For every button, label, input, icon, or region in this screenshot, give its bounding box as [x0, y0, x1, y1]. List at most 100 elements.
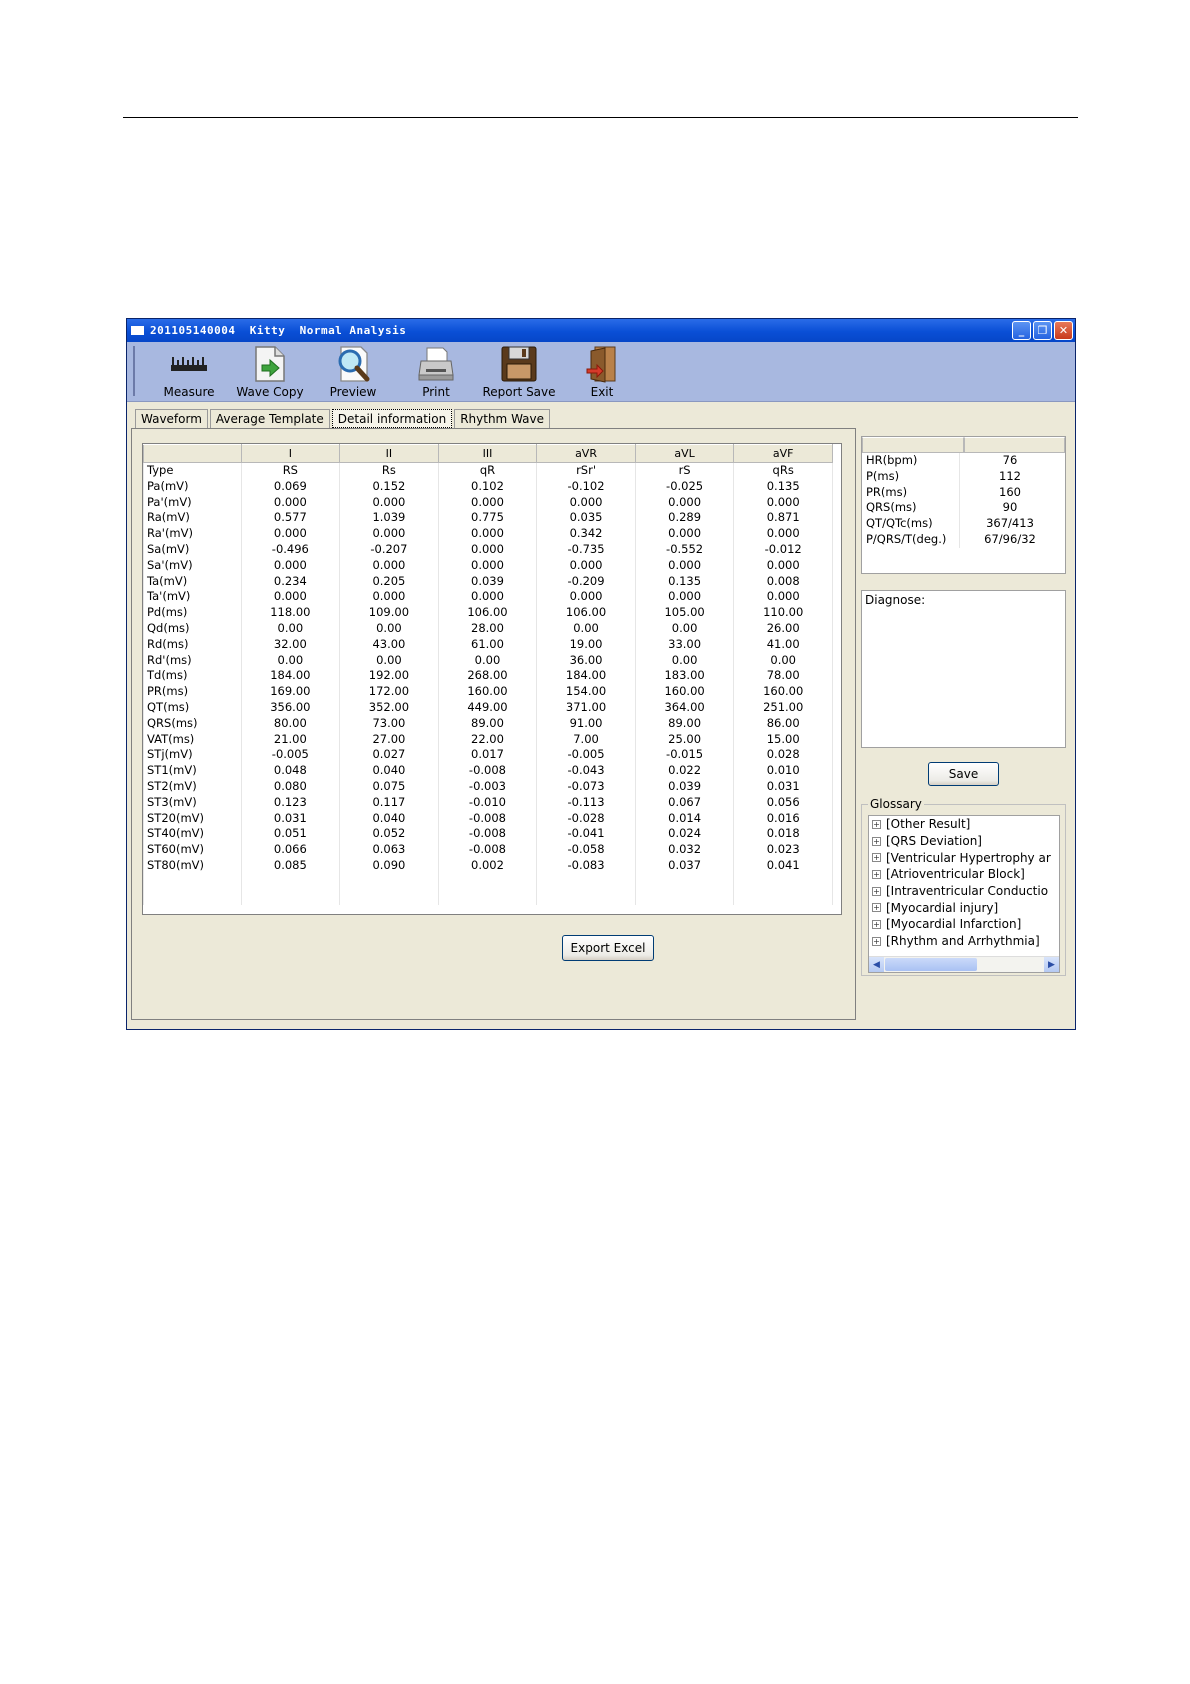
measurement-grid[interactable]: I II III aVR aVL aVF Type RS Rs qR rSr' rS qRs… [142, 443, 842, 915]
table-header-row: I II III aVR aVL aVF [143, 444, 833, 463]
glossary-item[interactable]: + [Atrioventricular Block] [869, 866, 1059, 883]
table-row[interactable]: Ra'(mV) 0.000 0.000 0.000 0.342 0.000 0.000 [143, 526, 833, 542]
table-row[interactable]: ST60(mV) 0.066 0.063 -0.008 -0.058 0.032 0.023 [143, 842, 833, 858]
column-header[interactable]: aVL [634, 444, 735, 463]
wave-copy-label: Wave Copy [236, 385, 304, 399]
table-cell: -0.209 [536, 573, 636, 590]
table-row[interactable]: Ta(mV) 0.234 0.205 0.039 -0.209 0.135 0.008 [143, 573, 833, 590]
table-row[interactable]: Rd(ms) 32.00 43.00 61.00 19.00 33.00 41.00 [143, 636, 833, 653]
detail-panel: I II III aVR aVL aVF Type RS Rs qR rSr' rS qRs… [131, 428, 856, 1020]
expand-plus-icon[interactable]: + [872, 819, 881, 829]
scroll-right-icon[interactable]: ▶ [1044, 957, 1059, 972]
expand-plus-icon[interactable]: + [872, 919, 881, 929]
table-cell: 449.00 [437, 699, 538, 716]
table-row[interactable]: ST20(mV) 0.031 0.040 -0.008 -0.028 0.014 0.016 [143, 810, 833, 827]
summary-table[interactable]: HR(bpm) 76 P(ms) 112 PR(ms) 160 QRS(ms) 90 QT/QT… [861, 436, 1066, 574]
preview-button[interactable]: Preview [310, 344, 396, 399]
table-cell: 0.040 [339, 810, 439, 827]
table-cell: 0.000 [733, 557, 833, 574]
table-row[interactable]: ST2(mV) 0.080 0.075 -0.003 -0.073 0.039 0.031 [143, 778, 833, 795]
diagnose-box[interactable]: Diagnose: [861, 590, 1066, 748]
table-row[interactable]: Pd(ms) 118.00 109.00 106.00 106.00 105.00 110.… [143, 605, 833, 621]
glossary-tree[interactable]: + [Other Result] + [QRS Deviation] + [Ventric… [868, 815, 1060, 973]
toolbar-grip[interactable] [133, 346, 138, 396]
column-header[interactable]: III [437, 444, 538, 463]
table-row[interactable]: ST1(mV) 0.048 0.040 -0.008 -0.043 0.022 0.010 [143, 763, 833, 779]
exit-button[interactable]: Exit [559, 344, 645, 399]
glossary-item[interactable]: + [QRS Deviation] [869, 833, 1059, 850]
expand-plus-icon[interactable]: + [872, 869, 881, 879]
table-row[interactable]: ST80(mV) 0.085 0.090 0.002 -0.083 0.037 0.041 [143, 857, 833, 874]
table-row[interactable]: ST3(mV) 0.123 0.117 -0.010 -0.113 0.067 0.056 [143, 794, 833, 811]
save-button[interactable]: Save [928, 762, 999, 786]
measure-button[interactable]: Measure [146, 344, 232, 399]
summary-value: 67/96/32 [984, 531, 1036, 546]
tab-average-template[interactable]: Average Template [209, 409, 330, 428]
table-cell: 0.000 [733, 526, 833, 542]
restore-button[interactable]: ❐ [1033, 321, 1052, 340]
table-row[interactable]: QT(ms) 356.00 352.00 449.00 371.00 364.00 251.… [143, 699, 833, 716]
scrollbar-thumb[interactable] [885, 958, 977, 971]
table-row[interactable]: Sa'(mV) 0.000 0.000 0.000 0.000 0.000 0.000 [143, 557, 833, 574]
scroll-left-icon[interactable]: ◀ [869, 957, 884, 972]
column-header[interactable]: aVF [733, 444, 833, 463]
expand-plus-icon[interactable]: + [872, 836, 881, 846]
expand-plus-icon[interactable]: + [872, 936, 881, 946]
glossary-item-label: [Other Result] [886, 817, 971, 832]
table-cell: 0.017 [437, 747, 538, 764]
table-row[interactable]: STj(mV) -0.005 0.027 0.017 -0.005 -0.015 0.028 [143, 747, 833, 764]
expand-plus-icon[interactable]: + [872, 853, 881, 863]
wave-copy-button[interactable]: Wave Copy [227, 344, 313, 399]
glossary-item[interactable]: + [Rhythm and Arrhythmia] [869, 933, 1059, 950]
tab-waveform[interactable]: Waveform [135, 409, 208, 428]
table-cell: 0.102 [437, 478, 538, 495]
print-button[interactable]: Print [393, 344, 479, 399]
table-row[interactable]: Ra(mV) 0.577 1.039 0.775 0.035 0.289 0.871 [143, 510, 833, 527]
table-row[interactable]: QRS(ms) 80.00 73.00 89.00 91.00 89.00 86.00 [143, 715, 833, 732]
empty-cell [339, 889, 439, 906]
tab-rhythm-wave[interactable]: Rhythm Wave [454, 409, 550, 428]
table-cell: 73.00 [339, 715, 439, 732]
glossary-item[interactable]: + [Ventricular Hypertrophy ar [869, 849, 1059, 866]
title-bar[interactable]: 201105140004 Kitty Normal Analysis _ ❐ ✕ [127, 319, 1075, 342]
diagnose-label: Diagnose: [865, 593, 926, 607]
table-cell: -0.058 [536, 842, 636, 858]
row-label: ST60(mV) [143, 842, 242, 858]
table-row[interactable]: Pa(mV) 0.069 0.152 0.102 -0.102 -0.025 0.135 [143, 478, 833, 495]
table-row[interactable]: Sa(mV) -0.496 -0.207 0.000 -0.735 -0.552 -0.01… [143, 541, 833, 558]
glossary-horizontal-scrollbar[interactable]: ◀ ▶ [869, 956, 1059, 972]
report-save-button[interactable]: Report Save [476, 344, 562, 399]
row-label: ST2(mV) [143, 778, 242, 795]
table-row[interactable]: Pa'(mV) 0.000 0.000 0.000 0.000 0.000 0.000 [143, 494, 833, 511]
table-row[interactable]: Ta'(mV) 0.000 0.000 0.000 0.000 0.000 0.000 [143, 589, 833, 606]
table-cell: 0.016 [733, 810, 833, 827]
table-cell: 0.152 [339, 478, 439, 495]
tab-detail-information[interactable]: Detail information [331, 409, 453, 428]
table-cell: 105.00 [634, 605, 735, 621]
table-row[interactable]: Rd'(ms) 0.00 0.00 0.00 36.00 0.00 0.00 [143, 652, 833, 669]
glossary-item[interactable]: + [Intraventricular Conductio [869, 883, 1059, 900]
table-row[interactable]: Td(ms) 184.00 192.00 268.00 184.00 183.00 78.0… [143, 668, 833, 685]
glossary-item[interactable]: + [Other Result] [869, 816, 1059, 833]
column-header[interactable]: aVR [536, 444, 636, 463]
table-cell: -0.010 [437, 794, 538, 811]
column-header[interactable]: II [339, 444, 439, 463]
table-cell: 0.135 [733, 478, 833, 495]
export-excel-button[interactable]: Export Excel [562, 935, 654, 961]
row-label: Pa'(mV) [143, 494, 242, 511]
table-row[interactable]: VAT(ms) 21.00 27.00 22.00 7.00 25.00 15.00 [143, 731, 833, 748]
glossary-item[interactable]: + [Myocardial Infarction] [869, 916, 1059, 933]
minimize-button[interactable]: _ [1012, 321, 1031, 340]
printer-icon [416, 344, 456, 384]
close-button[interactable]: ✕ [1054, 321, 1073, 340]
table-row[interactable]: Qd(ms) 0.00 0.00 28.00 0.00 0.00 26.00 [143, 620, 833, 637]
glossary-item[interactable]: + [Myocardial injury] [869, 899, 1059, 916]
document-arrow-icon [250, 344, 290, 384]
expand-plus-icon[interactable]: + [872, 886, 881, 896]
table-row[interactable]: Type RS Rs qR rSr' rS qRs [143, 462, 833, 479]
expand-plus-icon[interactable]: + [872, 903, 881, 913]
table-row[interactable]: ST40(mV) 0.051 0.052 -0.008 -0.041 0.024 0.018 [143, 826, 833, 843]
column-header[interactable]: I [240, 444, 341, 463]
row-label: QT(ms) [143, 699, 242, 716]
table-row[interactable]: PR(ms) 169.00 172.00 160.00 154.00 160.00 160.… [143, 684, 833, 700]
